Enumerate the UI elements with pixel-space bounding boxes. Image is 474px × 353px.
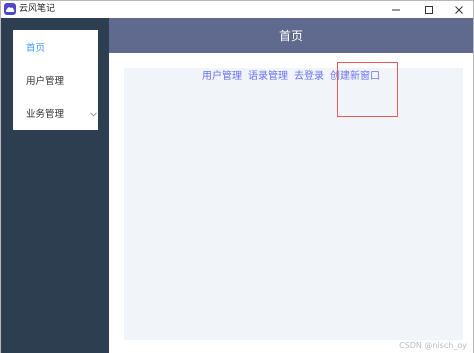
sidebar-item-label: 用户管理 [26,75,65,87]
link-quote-management[interactable]: 语录管理 [248,70,288,84]
title-bar: 云风笔记 [1,1,473,18]
main-area: 用户管理 语录管理 去登录 创建新窗口 [109,53,473,353]
sidebar-item-home[interactable]: 首页 [13,30,98,63]
sidebar-item-label: 首页 [26,42,46,54]
header-bar: 首页 [109,18,473,53]
sidebar-item-business-management[interactable]: 业务管理 [13,96,98,129]
content-panel: 用户管理 语录管理 去登录 创建新窗口 [124,62,463,340]
highlight-annotation-box [337,62,398,117]
chevron-down-icon [90,109,97,120]
sidebar-item-user-management[interactable]: 用户管理 [13,63,98,96]
sidebar: 首页 用户管理 业务管理 [1,18,109,353]
watermark: CSDN @nisch_oy [399,341,467,350]
link-user-management[interactable]: 用户管理 [202,70,242,84]
sidebar-item-label: 业务管理 [26,108,65,120]
app-logo-icon [4,3,16,15]
page-title: 首页 [278,29,303,43]
close-button[interactable] [444,1,474,18]
maximize-icon [425,5,433,14]
link-go-login[interactable]: 去登录 [294,70,324,84]
close-icon [455,5,463,14]
app-window: 云风笔记 首页 用户管理 业务管理 首页 用户管理 语录管理 去登录 创建新窗口… [0,0,474,353]
sidebar-menu: 首页 用户管理 业务管理 [13,30,98,130]
minimize-button[interactable] [381,1,411,18]
maximize-button[interactable] [414,1,444,18]
minimize-icon [392,9,400,10]
window-title: 云风笔记 [19,4,56,14]
